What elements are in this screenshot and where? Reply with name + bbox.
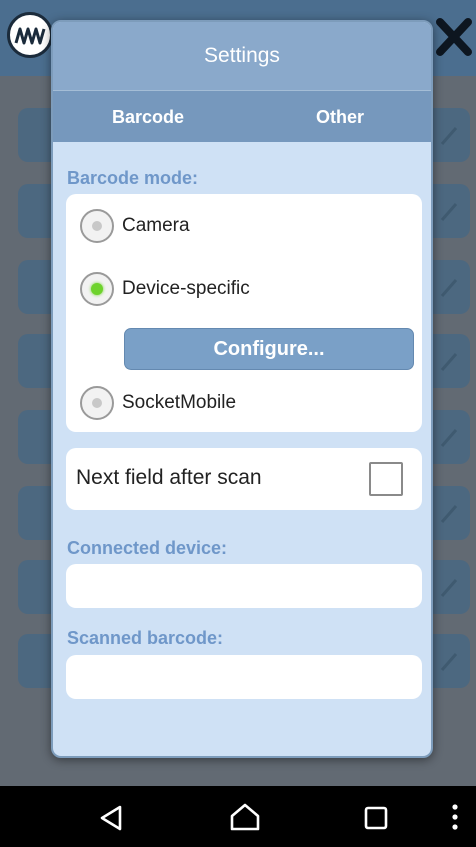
navigation-bar [0, 786, 476, 847]
configure-button[interactable]: Configure... [124, 328, 414, 370]
next-field-checkbox[interactable] [369, 462, 403, 496]
radio-device-specific[interactable]: Device-specific [80, 271, 250, 307]
radio-button[interactable] [80, 272, 114, 306]
home-icon[interactable] [229, 802, 261, 832]
chevron-right-icon [440, 203, 458, 221]
tab-other[interactable]: Other [275, 91, 405, 143]
radio-camera[interactable]: Camera [80, 208, 190, 244]
next-field-label: Next field after scan [76, 466, 262, 489]
back-icon[interactable] [98, 804, 124, 832]
radio-socketmobile[interactable]: SocketMobile [80, 385, 236, 421]
chevron-right-icon [440, 579, 458, 597]
recents-icon[interactable] [364, 806, 388, 830]
chevron-right-icon [440, 279, 458, 297]
logo-icon [7, 12, 53, 58]
chevron-right-icon [440, 353, 458, 371]
radio-socketmobile-label: SocketMobile [122, 392, 237, 413]
close-icon[interactable] [434, 14, 474, 60]
radio-button[interactable] [80, 209, 114, 243]
barcode-mode-label: Barcode mode: [67, 168, 199, 188]
radio-dot [92, 398, 102, 408]
radio-button[interactable] [80, 386, 114, 420]
barcode-mode-card: Camera Device-specific Configure... Sock… [66, 194, 422, 432]
scanned-barcode-label: Scanned barcode: [67, 628, 224, 648]
connected-device-label: Connected device: [67, 538, 228, 558]
settings-dialog: Settings Barcode Other Barcode mode: Cam… [51, 20, 433, 758]
dialog-title: Settings [53, 22, 431, 90]
chevron-right-icon [440, 429, 458, 447]
radio-dot-selected [91, 283, 103, 295]
scanned-barcode-field[interactable] [66, 655, 422, 699]
radio-dot [92, 221, 102, 231]
chevron-right-icon [440, 653, 458, 671]
chevron-right-icon [440, 127, 458, 145]
more-vert-icon[interactable] [451, 804, 459, 830]
tab-barcode[interactable]: Barcode [83, 91, 213, 143]
chevron-right-icon [440, 505, 458, 523]
radio-camera-label: Camera [122, 215, 190, 236]
connected-device-field[interactable] [66, 564, 422, 608]
radio-device-specific-label: Device-specific [122, 278, 250, 299]
next-field-card[interactable]: Next field after scan [66, 448, 422, 510]
tab-bar: Barcode Other [53, 90, 431, 142]
